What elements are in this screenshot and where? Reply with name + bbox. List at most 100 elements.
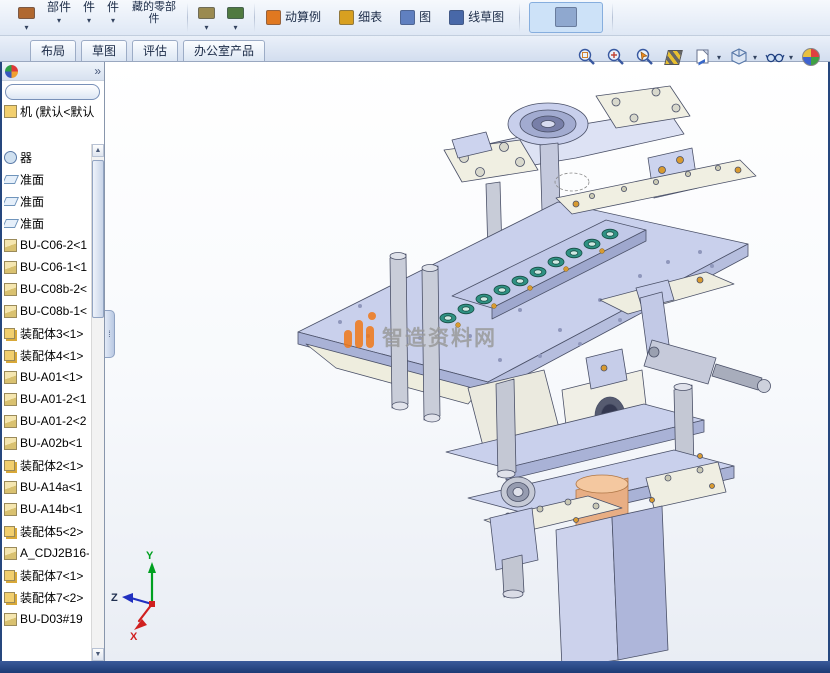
tree-item[interactable]: 准面 <box>4 190 89 212</box>
ribbon-button[interactable] <box>612 3 613 32</box>
tree-root-label: 机 (默认<默认 <box>20 103 94 120</box>
ribbon-button[interactable]: ▾ <box>12 0 41 35</box>
scroll-down-arrow-icon[interactable]: ▼ <box>92 648 104 661</box>
scrollbar-thumb[interactable] <box>92 160 104 318</box>
zoom-to-area-icon[interactable] <box>605 46 627 68</box>
3d-model-canvas[interactable]: 智造资料网 Y Z X <box>105 62 828 661</box>
tree-item-icon <box>4 526 15 537</box>
tree-item[interactable]: 准面 <box>4 212 89 234</box>
apply-scene-icon[interactable] <box>800 46 822 68</box>
tree-item-icon <box>4 371 17 384</box>
tree-item-icon <box>4 393 17 406</box>
tree-item[interactable]: 装配体3<1> <box>4 322 89 344</box>
ribbon-button[interactable]: ▾ <box>192 0 221 35</box>
tree-item[interactable]: BU-C08b-2< <box>4 278 89 300</box>
tree-root-item[interactable]: 机 (默认<默认 <box>2 102 104 120</box>
main-area: » 机 (默认<默认 器 <box>0 62 830 661</box>
tree-item-icon <box>4 283 17 296</box>
dropdown-caret-icon: ▾ <box>205 23 209 32</box>
tree-item-icon <box>4 503 17 516</box>
zoom-to-fit-icon[interactable] <box>576 46 598 68</box>
tree-item-label: BU-D03#19 <box>20 612 83 626</box>
ribbon-button-label: 件 <box>107 1 119 14</box>
ribbon-button[interactable]: 线草图 <box>442 0 515 35</box>
tree-item-icon <box>4 219 19 228</box>
dropdown-caret-icon[interactable]: ▾ <box>789 53 793 62</box>
tree-item[interactable]: 装配体2<1> <box>4 454 89 476</box>
tree-item[interactable]: 装配体4<1> <box>4 344 89 366</box>
solidworks-logo-icon[interactable] <box>5 65 18 78</box>
commandmanager-tab[interactable]: 布局 <box>30 40 76 61</box>
view-heads-up-toolbar: ▾ ▾ ▾ <box>576 44 822 70</box>
tree-item[interactable]: BU-A14a<1 <box>4 476 89 498</box>
zoom-to-selection-icon[interactable] <box>634 46 656 68</box>
tree-item[interactable]: A_CDJ2B16- <box>4 542 89 564</box>
tree-item-icon <box>4 613 17 626</box>
tree-item-icon <box>4 328 15 339</box>
tree-item-label: 装配体4<1> <box>20 347 83 364</box>
tree-item[interactable]: BU-A01<1> <box>4 366 89 388</box>
ribbon-button[interactable] <box>519 3 520 32</box>
featuremanager-filter-box[interactable] <box>5 84 100 100</box>
ribbon-button-icon <box>555 7 577 27</box>
tree-item-icon <box>4 570 15 581</box>
ribbon-button[interactable]: 图 <box>393 0 442 35</box>
status-bar <box>0 661 830 673</box>
tree-item-label: 装配体5<2> <box>20 523 83 540</box>
ribbon-button[interactable]: 部件 ▾ <box>41 0 77 35</box>
tree-item[interactable]: 准面 <box>4 168 89 190</box>
tree-item[interactable]: 装配体5<2> <box>4 520 89 542</box>
tree-item-label: 器 <box>20 149 32 166</box>
feature-tree: 器 准面 准面 <box>2 120 104 630</box>
expand-panel-chevron-icon[interactable]: » <box>94 65 101 77</box>
tree-item-icon <box>4 175 19 184</box>
tree-item[interactable]: BU-A01-2<2 <box>4 410 89 432</box>
display-style-icon[interactable] <box>728 46 750 68</box>
section-view-icon[interactable] <box>663 46 685 68</box>
tree-item-label: BU-C08b-2< <box>20 282 87 296</box>
tree-item-label: BU-A14b<1 <box>20 502 82 516</box>
dropdown-caret-icon: ▾ <box>234 23 238 32</box>
hide-show-items-icon[interactable] <box>764 46 786 68</box>
ribbon-button[interactable]: 细表 <box>332 0 393 35</box>
panel-scrollbar[interactable]: ▲ ▼ <box>91 144 104 661</box>
tree-item[interactable]: 装配体7<2> <box>4 586 89 608</box>
view-orientation-icon[interactable] <box>692 46 714 68</box>
ribbon-button[interactable] <box>254 3 255 32</box>
scroll-up-arrow-icon[interactable]: ▲ <box>92 144 104 157</box>
ribbon-button-label: 部件 <box>47 1 71 14</box>
dropdown-caret-icon: ▾ <box>87 16 91 25</box>
tree-item-icon <box>4 305 17 318</box>
tree-item[interactable]: BU-C08b-1< <box>4 300 89 322</box>
ribbon-button[interactable]: ▾ <box>221 0 250 35</box>
commandmanager-tab[interactable]: 办公室产品 <box>183 40 265 61</box>
tree-item-label: BU-A02b<1 <box>20 436 82 450</box>
tree-item[interactable]: BU-C06-1<1 <box>4 256 89 278</box>
tree-item-label: BU-A01<1> <box>20 370 83 384</box>
ribbon-button-label: 图 <box>419 11 431 24</box>
tree-item[interactable]: BU-D03#19 <box>4 608 89 630</box>
panel-splitter-handle[interactable]: ⁞ <box>105 310 115 358</box>
tree-item-icon <box>4 481 17 494</box>
ribbon-button[interactable] <box>187 3 188 32</box>
tree-item[interactable]: 器 <box>4 146 89 168</box>
tree-item[interactable]: 装配体7<1> <box>4 564 89 586</box>
tree-item[interactable]: BU-C06-2<1 <box>4 234 89 256</box>
dropdown-caret-icon[interactable]: ▾ <box>753 53 757 62</box>
ribbon-button[interactable]: 藏的零部件 <box>125 0 183 35</box>
ribbon-button[interactable]: 动算例 <box>259 0 332 35</box>
tab-label: 评估 <box>143 44 167 58</box>
ribbon-button[interactable]: 件 ▾ <box>77 0 101 35</box>
ribbon-button[interactable] <box>529 2 603 33</box>
tree-item[interactable]: BU-A02b<1 <box>4 432 89 454</box>
tree-item-label: 准面 <box>20 215 44 232</box>
tree-item[interactable]: BU-A01-2<1 <box>4 388 89 410</box>
ribbon-button[interactable]: 件 ▾ <box>101 0 125 35</box>
graphics-viewport[interactable]: 智造资料网 Y Z X <box>105 62 828 661</box>
tree-item-label: BU-A01-2<2 <box>20 414 86 428</box>
tree-item[interactable]: BU-A14b<1 <box>4 498 89 520</box>
commandmanager-tab[interactable]: 评估 <box>132 40 178 61</box>
commandmanager-tab[interactable]: 草图 <box>81 40 127 61</box>
tree-item-label: BU-A01-2<1 <box>20 392 86 406</box>
dropdown-caret-icon[interactable]: ▾ <box>717 53 721 62</box>
